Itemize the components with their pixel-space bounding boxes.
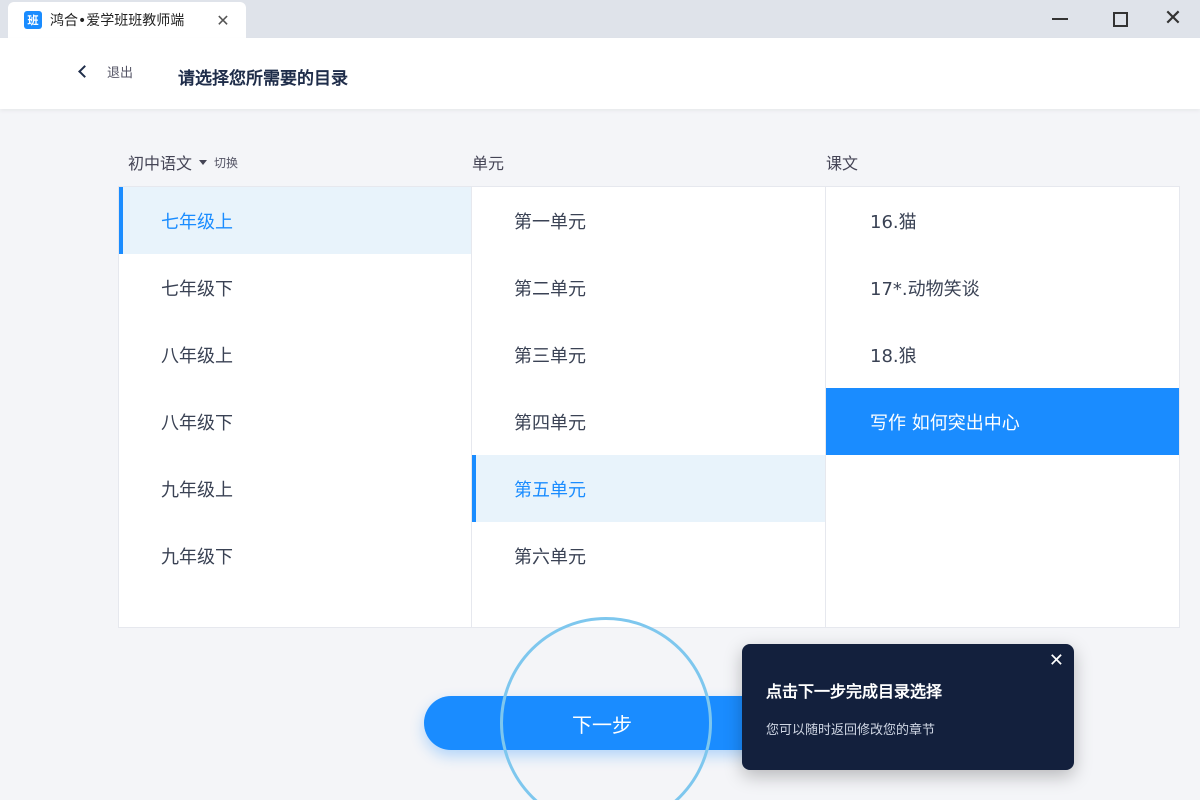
caret-down-icon — [199, 159, 208, 165]
lesson-item[interactable]: 17*.动物笑谈 — [826, 254, 1179, 321]
grade-item[interactable]: 八年级下 — [119, 388, 471, 455]
maximize-icon — [1112, 11, 1128, 27]
guide-tooltip: ✕ 点击下一步完成目录选择 您可以随时返回修改您的章节 — [742, 644, 1074, 770]
window-title-bar: 班 鸿合•爱学班班教师端 ✕ ✕ — [0, 0, 1200, 38]
lesson-column-header: 课文 — [826, 154, 859, 173]
lesson-item[interactable]: 写作 如何突出中心 — [826, 388, 1179, 455]
tab-title: 鸿合•爱学班班教师端 — [50, 13, 185, 29]
tooltip-title: 点击下一步完成目录选择 — [766, 682, 943, 701]
maximize-button[interactable] — [1095, 0, 1145, 38]
subject-label: 初中语文 — [128, 154, 193, 173]
grade-item[interactable]: 七年级上 — [119, 187, 471, 254]
unit-item[interactable]: 第三单元 — [472, 321, 825, 388]
page-title: 请选择您所需要的目录 — [178, 69, 348, 89]
page-header: 退出 请选择您所需要的目录 — [0, 38, 1200, 109]
exit-button[interactable]: 退出 — [78, 62, 134, 81]
minimize-button[interactable] — [1035, 0, 1085, 38]
tooltip-subtitle: 您可以随时返回修改您的章节 — [766, 723, 936, 738]
app-logo-icon: 班 — [24, 11, 42, 29]
chevron-left-icon — [78, 65, 91, 78]
lesson-list: 16.猫 17*.动物笑谈 18.狼 写作 如何突出中心 — [826, 186, 1180, 628]
window-close-button[interactable]: ✕ — [1148, 0, 1198, 38]
grade-item[interactable]: 七年级下 — [119, 254, 471, 321]
grade-item[interactable]: 九年级下 — [119, 522, 471, 589]
lesson-item[interactable]: 16.猫 — [826, 187, 1179, 254]
grade-list: 七年级上 七年级下 八年级上 八年级下 九年级上 九年级下 — [118, 186, 472, 628]
minimize-icon — [1052, 18, 1068, 20]
grade-item[interactable]: 九年级上 — [119, 455, 471, 522]
grade-item[interactable]: 八年级上 — [119, 321, 471, 388]
exit-label: 退出 — [107, 66, 134, 81]
lesson-item[interactable]: 18.狼 — [826, 321, 1179, 388]
close-icon: ✕ — [1163, 6, 1183, 31]
unit-list: 第一单元 第二单元 第三单元 第四单元 第五单元 第六单元 — [472, 186, 826, 628]
subject-switcher[interactable]: 初中语文 切换 — [128, 150, 238, 174]
switch-label: 切换 — [214, 155, 239, 170]
unit-item[interactable]: 第一单元 — [472, 187, 825, 254]
unit-column-header: 单元 — [472, 154, 505, 173]
tab-close-icon[interactable]: ✕ — [214, 11, 232, 30]
unit-item[interactable]: 第六单元 — [472, 522, 825, 589]
unit-item[interactable]: 第二单元 — [472, 254, 825, 321]
next-step-button[interactable]: 下一步 — [424, 696, 780, 750]
unit-item[interactable]: 第四单元 — [472, 388, 825, 455]
app-tab[interactable]: 班 鸿合•爱学班班教师端 ✕ — [8, 2, 246, 38]
tooltip-close-icon[interactable]: ✕ — [1049, 650, 1064, 671]
unit-item[interactable]: 第五单元 — [472, 455, 825, 522]
